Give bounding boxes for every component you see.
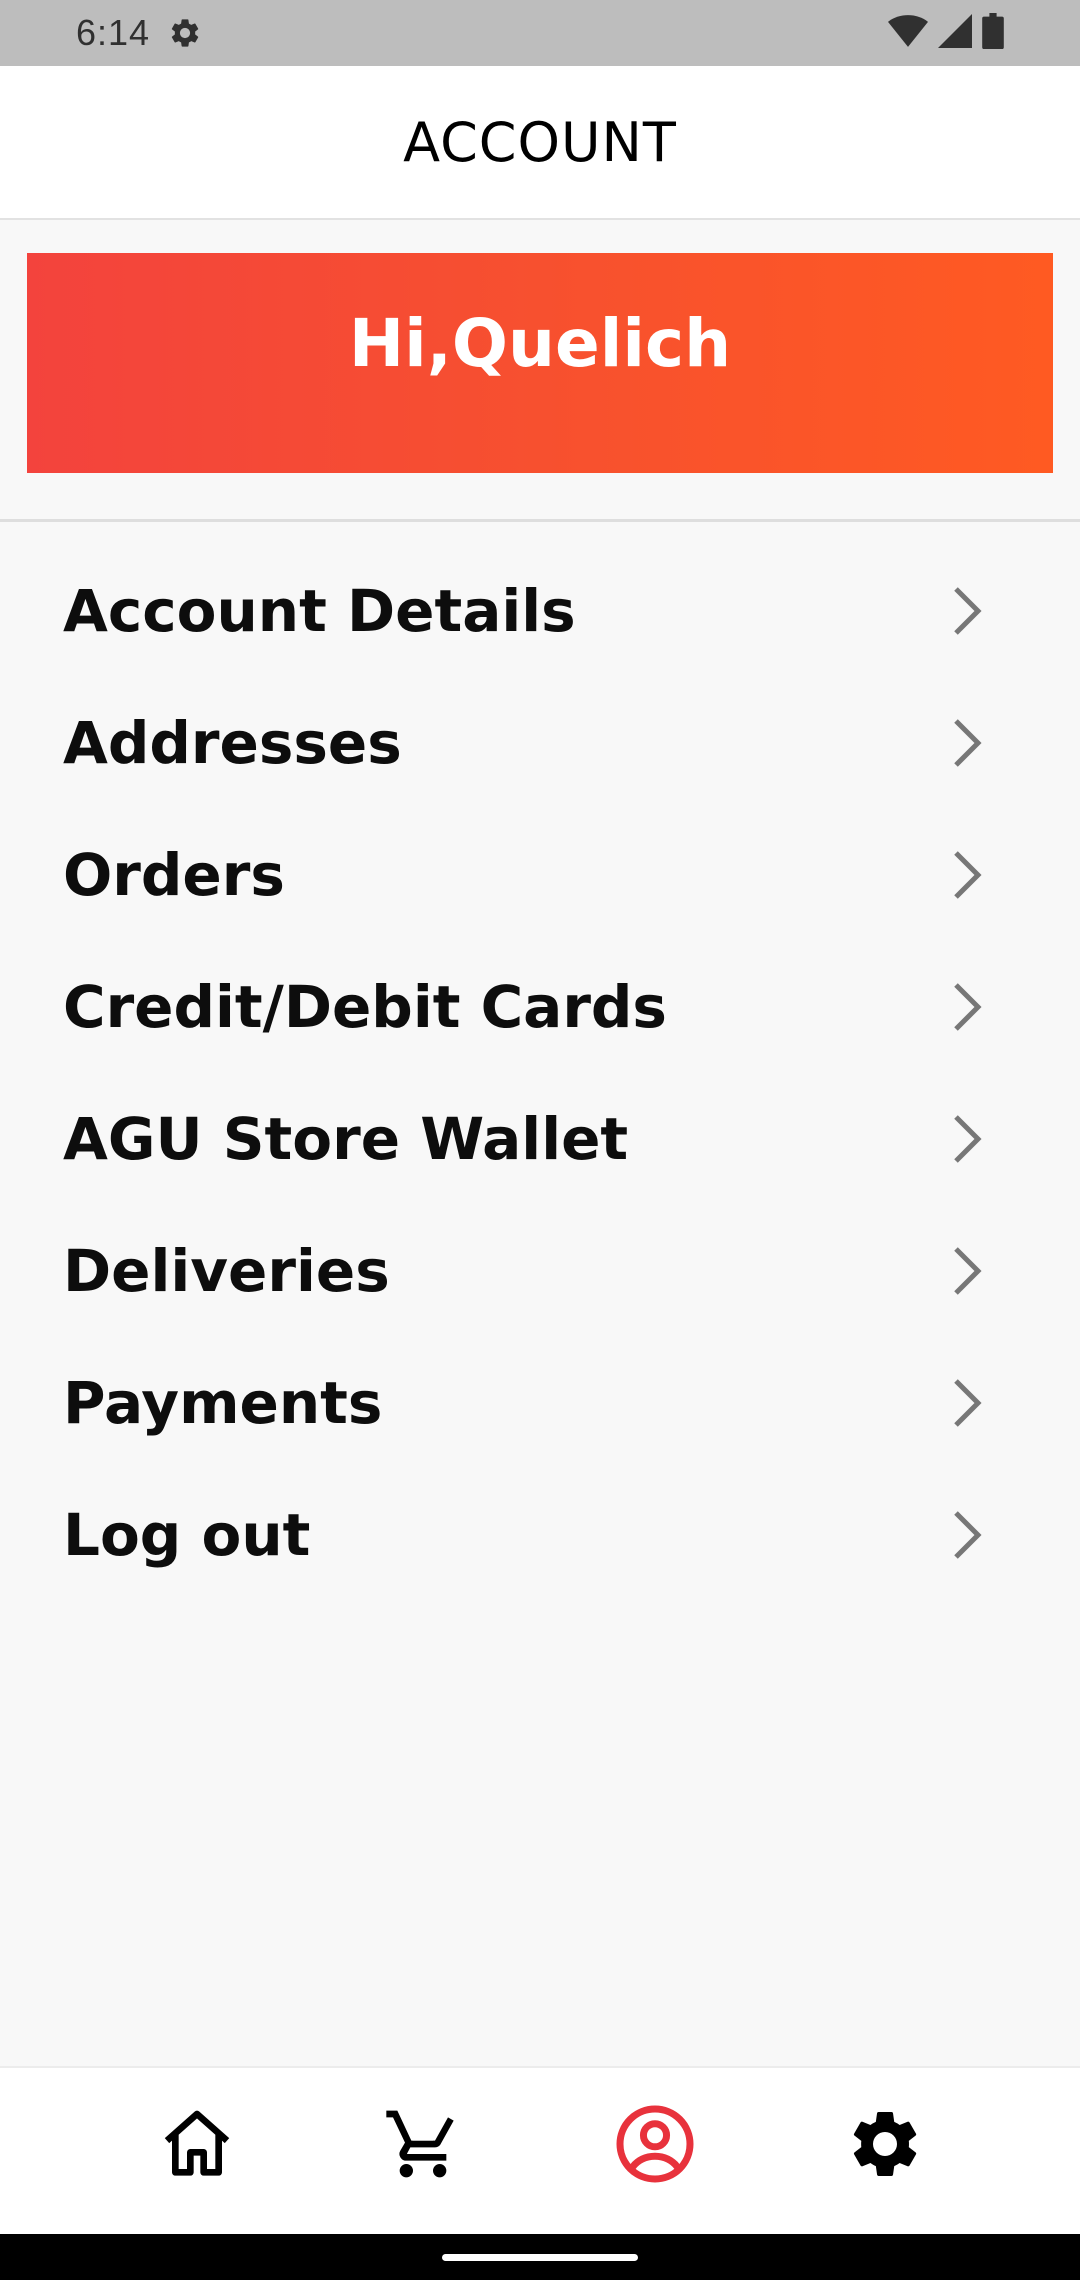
greeting-section: Hi,Quelich <box>0 220 1080 522</box>
greeting-text: Hi,Quelich <box>348 304 732 382</box>
chevron-right-icon <box>944 1242 990 1300</box>
menu-item-label: Deliveries <box>63 1237 390 1305</box>
status-bar: 6:14 <box>0 0 1080 66</box>
cart-icon <box>383 2104 463 2188</box>
menu-item-wallet[interactable]: AGU Store Wallet <box>0 1073 1080 1205</box>
home-icon <box>157 2104 237 2188</box>
menu-item-account-details[interactable]: Account Details <box>0 545 1080 677</box>
menu-item-cards[interactable]: Credit/Debit Cards <box>0 941 1080 1073</box>
bottom-nav <box>0 2066 1080 2234</box>
app-bar: ACCOUNT <box>0 66 1080 220</box>
nav-home[interactable] <box>155 2104 239 2188</box>
status-icons <box>888 13 1004 53</box>
battery-icon <box>982 13 1004 53</box>
menu-item-addresses[interactable]: Addresses <box>0 677 1080 809</box>
nav-settings[interactable] <box>843 2104 927 2188</box>
account-menu: Account Details Addresses Orders Credit/… <box>0 545 1080 1601</box>
chevron-right-icon <box>944 1506 990 1564</box>
chevron-right-icon <box>944 714 990 772</box>
account-icon <box>613 2102 697 2190</box>
wifi-icon <box>888 14 928 52</box>
menu-item-label: Account Details <box>63 577 576 645</box>
nav-cart[interactable] <box>381 2104 465 2188</box>
menu-item-label: Log out <box>63 1501 311 1569</box>
signal-icon <box>938 14 972 52</box>
settings-icon <box>168 15 204 51</box>
menu-item-logout[interactable]: Log out <box>0 1469 1080 1601</box>
menu-item-label: Credit/Debit Cards <box>63 973 667 1041</box>
menu-item-payments[interactable]: Payments <box>0 1337 1080 1469</box>
menu-item-label: Payments <box>63 1369 383 1437</box>
gesture-bar <box>0 2234 1080 2280</box>
chevron-right-icon <box>944 582 990 640</box>
greeting-banner: Hi,Quelich <box>27 253 1053 473</box>
menu-item-label: Orders <box>63 841 285 909</box>
chevron-right-icon <box>944 846 990 904</box>
menu-item-label: AGU Store Wallet <box>63 1105 629 1173</box>
menu-item-label: Addresses <box>63 709 402 777</box>
status-time: 6:14 <box>76 12 151 53</box>
nav-account[interactable] <box>613 2104 697 2188</box>
settings-icon <box>845 2104 925 2188</box>
chevron-right-icon <box>944 1374 990 1432</box>
menu-item-orders[interactable]: Orders <box>0 809 1080 941</box>
gesture-handle[interactable] <box>442 2254 638 2261</box>
chevron-right-icon <box>944 978 990 1036</box>
menu-item-deliveries[interactable]: Deliveries <box>0 1205 1080 1337</box>
chevron-right-icon <box>944 1110 990 1168</box>
page-title: ACCOUNT <box>403 110 677 174</box>
